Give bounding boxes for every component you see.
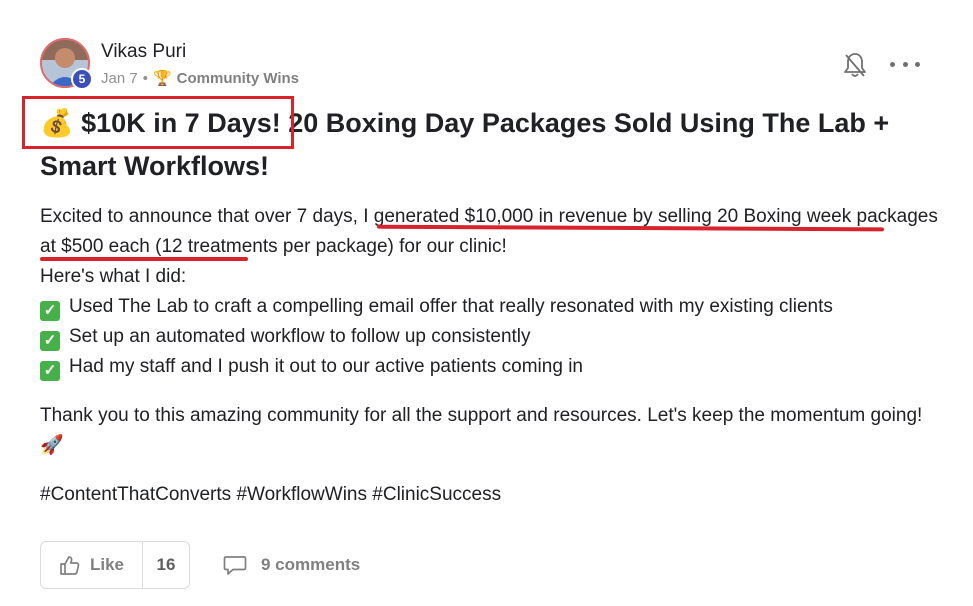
thanks-text: Thank you to this amazing community for …: [40, 405, 923, 426]
annotation-underline: [40, 257, 248, 261]
post-meta: Jan 7 • 🏆 Community Wins: [101, 69, 299, 88]
author-name[interactable]: Vikas Puri: [101, 41, 186, 63]
more-dot: [890, 61, 895, 67]
list-item: ✓ Set up an automated workflow to follow …: [40, 322, 940, 352]
check-icon: ✓: [40, 331, 60, 351]
steps-heading: Here's what I did:: [40, 266, 187, 287]
annotation-box: [22, 96, 294, 149]
check-icon: ✓: [40, 361, 60, 381]
intro-paragraph: Excited to announce that over 7 days, I …: [40, 202, 940, 262]
step-text: Had my staff and I push it out to our ac…: [69, 356, 583, 377]
more-icon[interactable]: [890, 52, 920, 76]
post-date: Jan 7: [101, 69, 138, 87]
more-dot: [915, 61, 920, 67]
category-link[interactable]: Community Wins: [177, 70, 299, 87]
list-item: ✓ Used The Lab to craft a compelling emai…: [40, 292, 940, 322]
trophy-icon: 🏆: [152, 70, 172, 87]
rocket-icon: 🚀: [40, 435, 64, 456]
thanks-paragraph: Thank you to this amazing community for …: [40, 401, 940, 461]
thumbs-up-icon: [60, 556, 80, 575]
comments-button[interactable]: 9 comments: [223, 554, 360, 576]
step-text: Used The Lab to craft a compelling email…: [69, 296, 833, 317]
bell-off-icon[interactable]: [842, 51, 868, 79]
comment-icon: [223, 556, 247, 575]
post-actions: Like 16 9 comments: [40, 540, 360, 590]
like-button[interactable]: Like: [41, 542, 143, 588]
like-count[interactable]: 16: [143, 555, 189, 575]
check-icon: ✓: [40, 301, 60, 321]
meta-separator: •: [142, 69, 148, 87]
intro-before: Excited to announce that over 7 days,: [40, 206, 364, 227]
intro-after: (12 treatments per package) for our clin…: [149, 236, 507, 257]
more-dot: [902, 61, 908, 67]
like-group: Like 16: [40, 541, 190, 589]
step-text: Set up an automated workflow to follow u…: [69, 326, 531, 347]
like-label: Like: [89, 555, 125, 574]
list-item: ✓ Had my staff and I push it out to our a…: [40, 352, 940, 382]
comments-label: 9 comments: [261, 555, 361, 574]
hashtags: #ContentThatConverts #WorkflowWins #Clin…: [40, 484, 502, 505]
level-badge: 5: [71, 68, 93, 90]
post-card: 5 Vikas Puri Jan 7 • 🏆 Community Wins 💰 …: [0, 0, 973, 606]
